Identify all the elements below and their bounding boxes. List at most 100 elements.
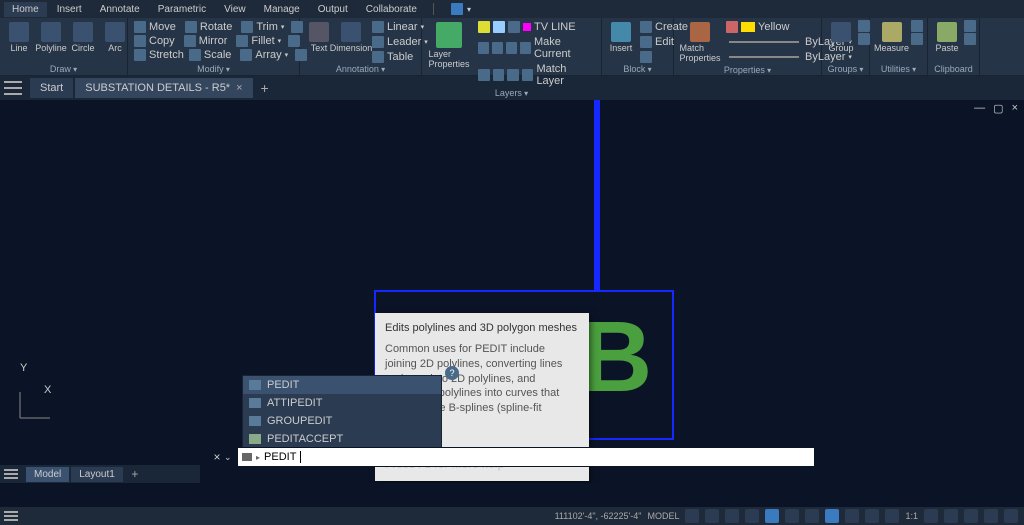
suggest-item[interactable]: ATTIPEDIT xyxy=(243,394,441,412)
close-tab-icon[interactable]: × xyxy=(236,82,242,94)
menu-insert[interactable]: Insert xyxy=(49,2,90,17)
close-viewport-icon[interactable]: × xyxy=(1012,102,1018,115)
command-input[interactable]: ▸ PEDIT xyxy=(238,448,814,466)
snap-icon[interactable] xyxy=(705,509,719,523)
status-bar: 111102'-4", -62225'-4" MODEL 1:1 xyxy=(0,507,1024,525)
suggest-item[interactable]: GROUPEDIT xyxy=(243,412,441,430)
workspace-icon[interactable] xyxy=(924,509,938,523)
drawing-menu-icon[interactable] xyxy=(4,81,22,95)
close-cmdline-icon[interactable]: × xyxy=(210,450,224,464)
ribbon: Line Polyline Circle Arc Draw MoveRotate… xyxy=(0,18,1024,76)
btn-paste[interactable]: Paste xyxy=(932,20,962,55)
suggest-item[interactable]: PEDIT xyxy=(243,376,441,394)
customize-icon[interactable] xyxy=(1004,509,1018,523)
copy-clip-icon[interactable] xyxy=(964,33,976,45)
scale-icon xyxy=(189,49,201,61)
panel-modify-title[interactable]: Modify xyxy=(132,64,295,75)
copy-icon xyxy=(134,35,146,47)
clean-screen-icon[interactable] xyxy=(984,509,998,523)
btn-make-current[interactable]: Make Current xyxy=(476,35,597,61)
btn-table[interactable]: Table xyxy=(370,50,430,64)
ortho-icon[interactable] xyxy=(725,509,739,523)
minimize-viewport-icon[interactable]: — xyxy=(974,102,985,115)
coordinates-readout[interactable]: 111102'-4", -62225'-4" xyxy=(555,511,642,521)
cycling-icon[interactable] xyxy=(865,509,879,523)
layer-states-icon xyxy=(478,42,489,54)
stretch-icon xyxy=(134,49,146,61)
transparency-icon[interactable] xyxy=(845,509,859,523)
suggest-item[interactable]: PEDITACCEPT xyxy=(243,430,441,448)
calculator-icon[interactable] xyxy=(911,20,923,32)
layer-off-icon xyxy=(478,69,490,81)
fillet-icon xyxy=(236,35,248,47)
menu-view[interactable]: View xyxy=(216,2,254,17)
panel-layers-title[interactable]: Layers xyxy=(426,88,597,99)
btn-insert[interactable]: Insert xyxy=(606,20,636,55)
panel-properties-title[interactable]: Properties xyxy=(678,65,817,76)
panel-utilities-title[interactable]: Utilities xyxy=(874,64,923,75)
panel-clipboard: Paste Clipboard xyxy=(928,18,980,75)
cmd-icon xyxy=(249,398,261,408)
btn-line[interactable]: Line xyxy=(4,20,34,55)
btn-leader[interactable]: Leader ▾ xyxy=(370,35,430,49)
polar-icon[interactable] xyxy=(745,509,759,523)
btn-measure[interactable]: Measure xyxy=(874,20,909,55)
layer-freeze-icon xyxy=(493,69,505,81)
scale-readout[interactable]: 1:1 xyxy=(905,511,918,521)
trim-icon xyxy=(241,21,253,33)
panel-clipboard-title: Clipboard xyxy=(932,64,975,75)
match-layer-icon xyxy=(522,69,534,81)
maximize-viewport-icon[interactable]: ▢ xyxy=(993,102,1003,115)
btn-polyline[interactable]: Polyline xyxy=(36,20,66,55)
cmdline-history-icon[interactable]: ⌄ xyxy=(224,452,238,463)
panel-annotation: Text Dimension Linear ▾ Leader ▾ Table A… xyxy=(300,18,422,75)
drawing-canvas[interactable]: — ▢ × 1× B METED O1 YX Edits polylines a… xyxy=(0,100,1024,483)
hardware-accel-icon[interactable] xyxy=(964,509,978,523)
menu-home[interactable]: Home xyxy=(4,2,47,17)
panel-annotation-title[interactable]: Annotation xyxy=(304,64,417,75)
layout-menu-icon[interactable] xyxy=(4,469,18,479)
btn-match-layer[interactable]: Match Layer xyxy=(476,62,597,88)
btn-circle[interactable]: Circle xyxy=(68,20,98,55)
help-icon[interactable]: ? xyxy=(445,366,459,380)
menu-output[interactable]: Output xyxy=(310,2,356,17)
model-paper-toggle[interactable]: MODEL xyxy=(647,511,679,521)
menu-manage[interactable]: Manage xyxy=(256,2,308,17)
otrack-icon[interactable] xyxy=(805,509,819,523)
status-menu-icon[interactable] xyxy=(4,511,18,521)
layer-dropdown[interactable]: TV LINE xyxy=(476,20,597,34)
lineweight-icon[interactable] xyxy=(825,509,839,523)
btn-dimension[interactable]: Dimension xyxy=(336,20,366,55)
explode-icon[interactable] xyxy=(288,35,300,47)
menubar: Home Insert Annotate Parametric View Man… xyxy=(0,0,1024,18)
ungroup-icon[interactable] xyxy=(858,33,870,45)
tab-model[interactable]: Model xyxy=(26,467,69,482)
annotation-monitor-icon[interactable] xyxy=(944,509,958,523)
menu-parametric[interactable]: Parametric xyxy=(150,2,214,17)
panel-draw-title[interactable]: Draw xyxy=(4,64,123,75)
menu-collaborate[interactable]: Collaborate xyxy=(358,2,425,17)
isodraft-icon[interactable] xyxy=(765,509,779,523)
cmd-icon xyxy=(249,416,261,426)
tab-start[interactable]: Start xyxy=(30,78,73,98)
add-layout-button[interactable]: + xyxy=(125,467,145,481)
tab-document[interactable]: SUBSTATION DETAILS - R5*× xyxy=(75,78,252,98)
btn-layer-properties[interactable]: Layer Properties xyxy=(426,20,472,71)
annotation-scale-icon[interactable] xyxy=(885,509,899,523)
new-tab-button[interactable]: + xyxy=(255,80,275,96)
select-icon[interactable] xyxy=(911,33,923,45)
osnap-icon[interactable] xyxy=(785,509,799,523)
panel-block-title[interactable]: Block xyxy=(606,64,669,75)
panel-layers: Layer Properties TV LINE Make Current Ma… xyxy=(422,18,602,75)
btn-match-properties[interactable]: Match Properties xyxy=(678,20,722,65)
tab-layout1[interactable]: Layout1 xyxy=(71,467,123,482)
btn-group[interactable]: Group xyxy=(826,20,856,55)
panel-groups-title[interactable]: Groups xyxy=(826,64,865,75)
grid-icon[interactable] xyxy=(685,509,699,523)
app-menu-icon[interactable] xyxy=(451,3,463,15)
btn-linear[interactable]: Linear ▾ xyxy=(370,20,430,34)
cut-icon[interactable] xyxy=(964,20,976,32)
btn-arc[interactable]: Arc xyxy=(100,20,130,55)
group-edit-icon[interactable] xyxy=(858,20,870,32)
menu-annotate[interactable]: Annotate xyxy=(92,2,148,17)
